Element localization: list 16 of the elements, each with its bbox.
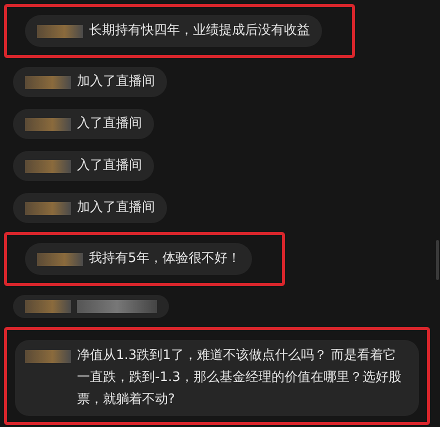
blurred-username (37, 252, 83, 266)
blurred-username (25, 118, 71, 130)
blurred-username (25, 160, 71, 172)
blurred-username (25, 300, 71, 313)
chat-message: 入了直播间 (77, 157, 142, 175)
chat-message: 入了直播间 (77, 115, 142, 133)
blurred-username (25, 202, 71, 214)
blurred-username (25, 76, 71, 88)
chat-message: 我持有5年，体验很不好！ (89, 250, 240, 268)
chat-message: 长期持有快四年，业绩提成后没有收益 (89, 22, 310, 40)
chat-message: 加入了直播间 (77, 199, 155, 217)
blurred-username (37, 24, 83, 38)
chat-message: 净值从1.3跌到1了，难道不该做点什么吗？ 而是看着它一直跌，跌到-1.3，那么基金经理的价值在哪里？选好股票，就躺着不动? (77, 347, 402, 409)
scrollbar[interactable] (436, 240, 439, 280)
chat-message: 加入了直播间 (77, 73, 155, 91)
blurred-username (25, 350, 71, 363)
